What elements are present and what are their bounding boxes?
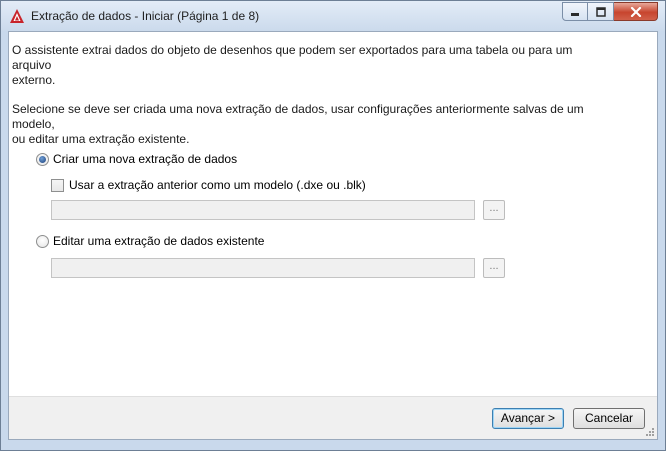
- new-extraction-option[interactable]: Criar uma nova extração de dados: [36, 152, 237, 166]
- intro-line-2: externo.: [12, 73, 56, 87]
- template-browse-button[interactable]: ...: [483, 200, 505, 220]
- maximize-icon: [595, 6, 606, 17]
- instruction-line-1: Selecione se deve ser criada uma nova ex…: [12, 102, 584, 131]
- cancel-button[interactable]: Cancelar: [573, 408, 645, 429]
- intro-line-1: O assistente extrai dados do objeto de d…: [12, 43, 573, 72]
- template-path-field[interactable]: [51, 200, 475, 220]
- resize-grip-icon[interactable]: [645, 427, 655, 437]
- edit-path-field[interactable]: [51, 258, 475, 278]
- minimize-icon: [571, 12, 579, 16]
- new-extraction-radio[interactable]: [36, 152, 49, 166]
- instruction-text: Selecione se deve ser criada uma nova ex…: [9, 102, 609, 147]
- caption-buttons: [562, 2, 658, 22]
- edit-extraction-option[interactable]: Editar uma extração de dados existente: [36, 234, 264, 248]
- close-icon: [630, 6, 641, 17]
- next-button[interactable]: Avançar >: [492, 408, 564, 429]
- window-title: Extração de dados - Iniciar (Página 1 de…: [31, 9, 260, 23]
- close-button[interactable]: [614, 2, 658, 21]
- intro-text: O assistente extrai dados do objeto de d…: [9, 43, 609, 88]
- instruction-line-2: ou editar uma extração existente.: [12, 132, 190, 146]
- use-template-option[interactable]: Usar a extração anterior como um modelo …: [51, 178, 366, 192]
- dialog-client-area: O assistente extrai dados do objeto de d…: [8, 31, 658, 440]
- maximize-button[interactable]: [588, 2, 614, 21]
- new-extraction-label: Criar uma nova extração de dados: [53, 152, 238, 166]
- radio-selected-dot: [39, 155, 46, 163]
- autocad-app-icon: [10, 9, 24, 23]
- minimize-button[interactable]: [562, 2, 588, 21]
- edit-extraction-label: Editar uma extração de dados existente: [53, 234, 265, 248]
- content-area: O assistente extrai dados do objeto de d…: [9, 32, 657, 396]
- edit-extraction-radio[interactable]: [36, 234, 49, 248]
- edit-browse-button[interactable]: ...: [483, 258, 505, 278]
- button-bar: Avançar > Cancelar: [9, 396, 657, 439]
- title-bar[interactable]: Extração de dados - Iniciar (Página 1 de…: [1, 1, 665, 31]
- dialog-window: Extração de dados - Iniciar (Página 1 de…: [0, 0, 666, 451]
- use-template-label: Usar a extração anterior como um modelo …: [69, 178, 366, 192]
- use-template-checkbox[interactable]: [51, 178, 64, 192]
